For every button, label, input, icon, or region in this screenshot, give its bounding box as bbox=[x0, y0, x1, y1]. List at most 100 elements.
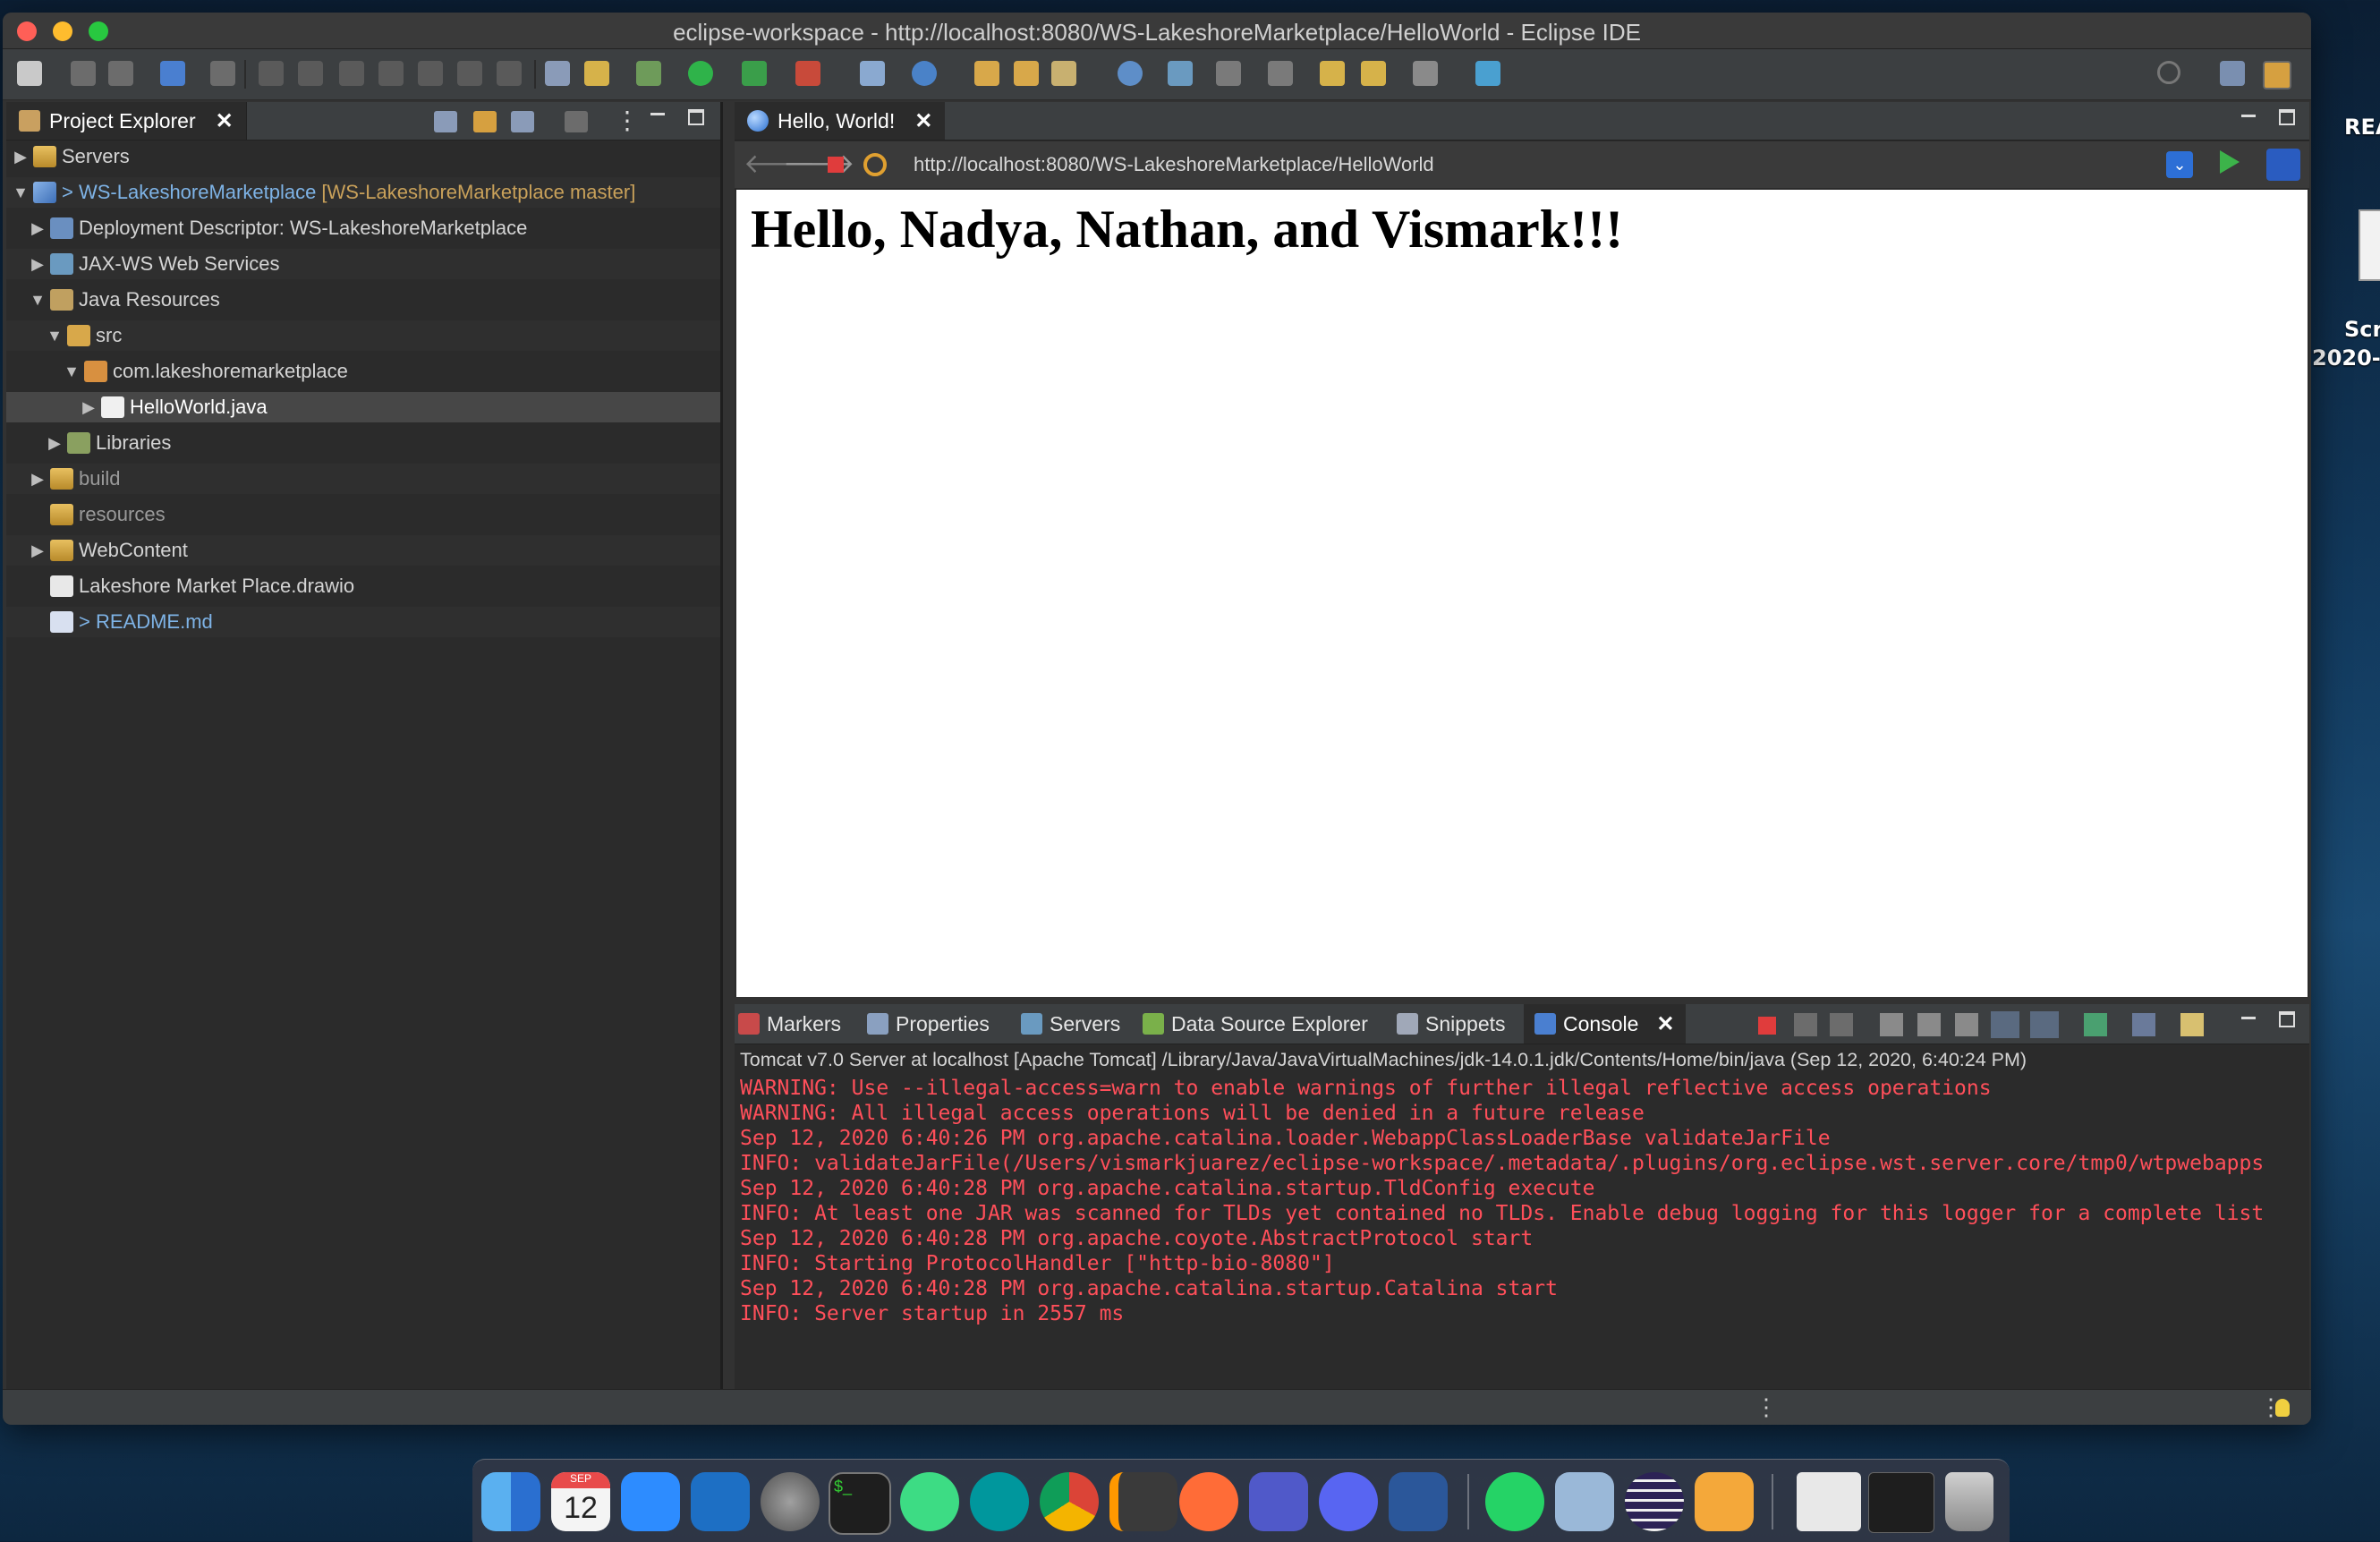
save-icon[interactable] bbox=[71, 61, 96, 86]
desktop-file-label[interactable]: REA bbox=[2344, 115, 2380, 140]
disconnect-icon[interactable] bbox=[378, 61, 404, 86]
collapsed-chevron-icon[interactable]: ▶ bbox=[29, 541, 47, 560]
save-all-icon[interactable] bbox=[108, 61, 133, 86]
search-pen-icon[interactable] bbox=[1051, 61, 1076, 86]
resume-icon[interactable] bbox=[259, 61, 284, 86]
maximize-editor-icon[interactable] bbox=[2279, 109, 2295, 125]
desktop-screenshot-thumbnail[interactable] bbox=[2359, 209, 2380, 281]
zoom-icon[interactable] bbox=[621, 1472, 680, 1531]
tab-console[interactable]: Console ✕ bbox=[1524, 1004, 1686, 1044]
focus-icon[interactable] bbox=[565, 111, 588, 132]
tab-servers[interactable]: Servers bbox=[1021, 1004, 1120, 1044]
tree-item[interactable]: ▶ build bbox=[6, 464, 720, 494]
tree-item[interactable]: ▶ Servers bbox=[6, 141, 720, 172]
expanded-chevron-icon[interactable]: ▼ bbox=[12, 183, 30, 202]
terminate-icon[interactable] bbox=[1758, 1017, 1776, 1035]
step-into-icon[interactable] bbox=[418, 61, 443, 86]
remove-launch-icon[interactable] bbox=[1794, 1013, 1817, 1036]
scroll-lock-icon[interactable] bbox=[1917, 1013, 1941, 1036]
minimize-editor-icon[interactable] bbox=[2241, 115, 2256, 117]
eclipse-browser-icon[interactable] bbox=[2266, 149, 2300, 181]
tree-item[interactable]: ▶ Libraries bbox=[6, 428, 720, 458]
tree-item[interactable]: ▼ Java Resources bbox=[6, 285, 720, 315]
pin-console-icon[interactable] bbox=[2084, 1013, 2107, 1036]
collapsed-chevron-icon[interactable]: ▶ bbox=[80, 398, 98, 417]
eclipse-icon[interactable] bbox=[1625, 1472, 1684, 1531]
tab-markers[interactable]: Markers bbox=[738, 1004, 841, 1044]
open-type-icon[interactable] bbox=[974, 61, 999, 86]
open-perspective-icon[interactable] bbox=[2220, 61, 2245, 86]
search-icon[interactable] bbox=[2157, 61, 2180, 84]
collapsed-chevron-icon[interactable]: ▶ bbox=[46, 434, 64, 453]
terminal-window-icon[interactable] bbox=[1868, 1472, 1934, 1533]
tree-item[interactable]: > README.md bbox=[6, 607, 720, 637]
last-edit-location-icon[interactable] bbox=[1320, 61, 1345, 86]
discord-icon[interactable] bbox=[1319, 1472, 1378, 1531]
tree-item[interactable]: ▼ com.lakeshoremarketplace bbox=[6, 356, 720, 387]
tree-item[interactable]: ▶ Deployment Descriptor: WS-LakeshoreMark… bbox=[6, 213, 720, 243]
java-ee-perspective-icon[interactable] bbox=[2263, 61, 2291, 89]
minimize-view-icon[interactable] bbox=[650, 113, 665, 115]
console-output[interactable]: WARNING: Use --illegal-access=warn to en… bbox=[740, 1076, 2306, 1326]
chrome-icon[interactable] bbox=[1040, 1472, 1099, 1531]
stop-icon[interactable] bbox=[828, 157, 844, 173]
collapsed-chevron-icon[interactable]: ▶ bbox=[29, 219, 47, 238]
web-services-icon[interactable] bbox=[1168, 61, 1193, 86]
forward-icon[interactable] bbox=[1413, 61, 1438, 86]
tree-item[interactable]: ▶ WebContent bbox=[6, 535, 720, 566]
refresh-icon[interactable] bbox=[863, 153, 887, 176]
show-on-stderr-icon[interactable] bbox=[2030, 1011, 2059, 1038]
maximize-view-icon[interactable] bbox=[688, 109, 704, 125]
close-icon[interactable]: ✕ bbox=[216, 108, 234, 134]
tab-data-source-explorer[interactable]: Data Source Explorer bbox=[1143, 1004, 1368, 1044]
trash-icon[interactable] bbox=[1945, 1472, 1993, 1531]
remove-all-icon[interactable] bbox=[1830, 1013, 1853, 1036]
word-wrap-icon[interactable] bbox=[1955, 1013, 1978, 1036]
word-icon[interactable] bbox=[1389, 1472, 1448, 1531]
tree-item[interactable]: resources bbox=[6, 499, 720, 530]
tab-snippets[interactable]: Snippets bbox=[1397, 1004, 1506, 1044]
new-server-icon[interactable] bbox=[860, 61, 885, 86]
collapsed-chevron-icon[interactable]: ▶ bbox=[12, 148, 30, 166]
next-annotation-icon[interactable] bbox=[1216, 61, 1241, 86]
minimize-console-icon[interactable] bbox=[2241, 1017, 2256, 1019]
tab-hello-world[interactable]: Hello, World! ✕ bbox=[735, 102, 946, 140]
forward-icon[interactable]: 🡒 bbox=[783, 151, 854, 178]
go-icon[interactable] bbox=[2220, 150, 2240, 174]
teams-icon[interactable] bbox=[1249, 1472, 1308, 1531]
expanded-chevron-icon[interactable]: ▼ bbox=[29, 291, 47, 310]
expanded-chevron-icon[interactable]: ▼ bbox=[63, 362, 81, 381]
chrome-window-icon[interactable] bbox=[1797, 1472, 1861, 1531]
new-icon[interactable] bbox=[17, 61, 42, 86]
word-wrap-icon[interactable] bbox=[545, 61, 570, 86]
terminal-icon[interactable] bbox=[160, 61, 185, 86]
display-console-icon[interactable] bbox=[2132, 1013, 2155, 1036]
tab-project-explorer[interactable]: Project Explorer ✕ bbox=[6, 102, 247, 140]
android-studio-icon[interactable] bbox=[900, 1472, 959, 1531]
clear-console-icon[interactable] bbox=[1880, 1013, 1903, 1036]
tree-item[interactable]: Lakeshore Market Place.drawio bbox=[6, 571, 720, 601]
lightbulb-icon[interactable] bbox=[2275, 1399, 2290, 1417]
system-preferences-icon[interactable] bbox=[761, 1472, 820, 1531]
open-console-icon[interactable] bbox=[2180, 1013, 2204, 1036]
run-on-server-icon[interactable] bbox=[742, 61, 767, 86]
toggle-ant-icon[interactable] bbox=[584, 61, 609, 86]
step-over-icon[interactable] bbox=[457, 61, 482, 86]
preview-icon[interactable] bbox=[1555, 1472, 1614, 1531]
sublime-text-icon[interactable] bbox=[1109, 1472, 1177, 1531]
step-return-icon[interactable] bbox=[497, 61, 522, 86]
back-icon[interactable]: 🡐 bbox=[744, 151, 815, 178]
debug-icon[interactable] bbox=[636, 61, 661, 86]
terminate-icon[interactable] bbox=[339, 61, 364, 86]
pin-editor-icon[interactable] bbox=[1475, 61, 1500, 86]
open-web-browser-icon[interactable] bbox=[1118, 61, 1143, 86]
arduino-icon[interactable] bbox=[970, 1472, 1029, 1531]
postman-icon[interactable] bbox=[1179, 1472, 1238, 1531]
expanded-chevron-icon[interactable]: ▼ bbox=[46, 327, 64, 345]
new-java-class-icon[interactable] bbox=[912, 61, 937, 86]
close-icon[interactable]: ✕ bbox=[1656, 1011, 1674, 1037]
home-icon[interactable] bbox=[1695, 1472, 1754, 1531]
desktop-screenshot-label[interactable]: Scr bbox=[2344, 317, 2380, 342]
link-with-editor-icon[interactable] bbox=[473, 111, 497, 132]
filter-icon[interactable] bbox=[511, 111, 534, 132]
